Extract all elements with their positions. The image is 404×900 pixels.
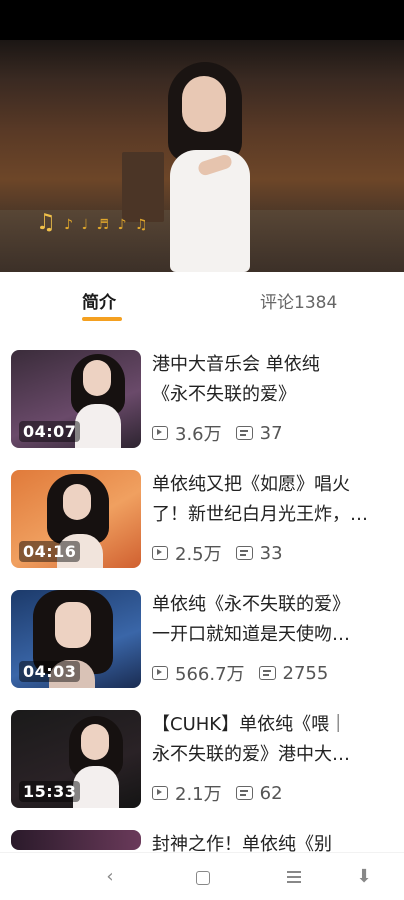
- video-title-line: 《永不失联的爱》: [152, 384, 296, 405]
- thumb-person-face: [55, 602, 91, 648]
- video-stats: 3.6万 37: [152, 420, 283, 446]
- hamburger-menu-icon[interactable]: [282, 865, 306, 889]
- video-item[interactable]: 04:07 港中大音乐会 单依纯 《永不失联的爱》 3.6万 37: [0, 344, 404, 448]
- video-title-line: 一开口就知道是天使吻…: [152, 624, 350, 645]
- thumb-person-face: [63, 484, 91, 520]
- video-stats: 2.5万 33: [152, 540, 283, 566]
- video-stats: 566.7万 2755: [152, 660, 328, 686]
- video-duration: 04:07: [19, 421, 81, 442]
- system-nav-bar: ‹ ⬇: [0, 852, 404, 900]
- video-duration: 04:03: [19, 661, 81, 682]
- video-duration: 04:16: [19, 541, 81, 562]
- video-thumbnail[interactable]: 04:16: [11, 470, 141, 568]
- singer-face: [182, 76, 226, 132]
- square-home-icon[interactable]: [190, 865, 214, 889]
- tab-intro[interactable]: 简介: [82, 288, 116, 313]
- video-title-line: 【CUHK】单依纯《喂｜: [152, 714, 348, 735]
- play-count-icon: [152, 666, 168, 680]
- play-count-icon: [152, 546, 168, 560]
- thumb-person-body: [75, 404, 121, 448]
- danmaku-count: 37: [259, 422, 283, 444]
- video-title: 【CUHK】单依纯《喂｜ 永不失联的爱》港中大…: [152, 710, 394, 770]
- video-thumbnail[interactable]: [11, 830, 141, 850]
- video-thumbnail[interactable]: 04:03: [11, 590, 141, 688]
- play-count-icon: [152, 426, 168, 440]
- video-title: 单依纯又把《如愿》唱火 了！新世纪白月光王炸，…: [152, 470, 394, 530]
- video-title: 港中大音乐会 单依纯 《永不失联的爱》: [152, 350, 394, 410]
- view-count: 3.6万: [175, 424, 222, 445]
- video-duration: 15:33: [19, 781, 81, 802]
- video-item[interactable]: 04:03 单依纯《永不失联的爱》 一开口就知道是天使吻… 566.7万 275…: [0, 584, 404, 688]
- danmaku-icon: [235, 786, 253, 800]
- accessibility-icon[interactable]: ⬇: [352, 865, 376, 889]
- play-count-icon: [152, 786, 168, 800]
- chevron-left-icon[interactable]: ‹: [98, 865, 122, 889]
- video-title-line: 单依纯又把《如愿》唱火: [152, 474, 350, 495]
- video-title-line: 单依纯《永不失联的爱》: [152, 594, 350, 615]
- video-item[interactable]: 04:16 单依纯又把《如愿》唱火 了！新世纪白月光王炸，… 2.5万 33: [0, 464, 404, 568]
- video-title-line: 港中大音乐会 单依纯: [152, 354, 320, 375]
- video-title: 单依纯《永不失联的爱》 一开口就知道是天使吻…: [152, 590, 394, 650]
- tab-comments[interactable]: 评论1384: [260, 288, 337, 313]
- danmaku-icon: [258, 666, 276, 680]
- tab-bar: 简介 评论1384: [0, 272, 404, 330]
- view-count: 566.7万: [175, 664, 245, 685]
- music-notes-decoration: ♫ ♪ ♩ ♬ ♪ ♫: [36, 210, 150, 235]
- danmaku-icon: [235, 546, 253, 560]
- view-count: 2.1万: [175, 784, 222, 805]
- view-count: 2.5万: [175, 544, 222, 565]
- danmaku-count: 33: [259, 542, 283, 564]
- danmaku-count: 62: [259, 782, 283, 804]
- status-bar: [0, 0, 404, 40]
- video-title-line: 了！新世纪白月光王炸，…: [152, 504, 368, 525]
- thumb-person-face: [81, 724, 109, 760]
- danmaku-icon: [235, 426, 253, 440]
- video-stats: 2.1万 62: [152, 780, 283, 806]
- video-thumbnail[interactable]: 04:07: [11, 350, 141, 448]
- danmaku-count: 2755: [282, 662, 329, 684]
- active-tab-indicator: [82, 317, 122, 321]
- video-thumbnail[interactable]: 15:33: [11, 710, 141, 808]
- video-player[interactable]: ♫ ♪ ♩ ♬ ♪ ♫: [0, 40, 404, 272]
- video-item[interactable]: 15:33 【CUHK】单依纯《喂｜ 永不失联的爱》港中大… 2.1万 62: [0, 704, 404, 808]
- video-title-line: 永不失联的爱》港中大…: [152, 744, 350, 765]
- thumb-person-face: [83, 360, 111, 396]
